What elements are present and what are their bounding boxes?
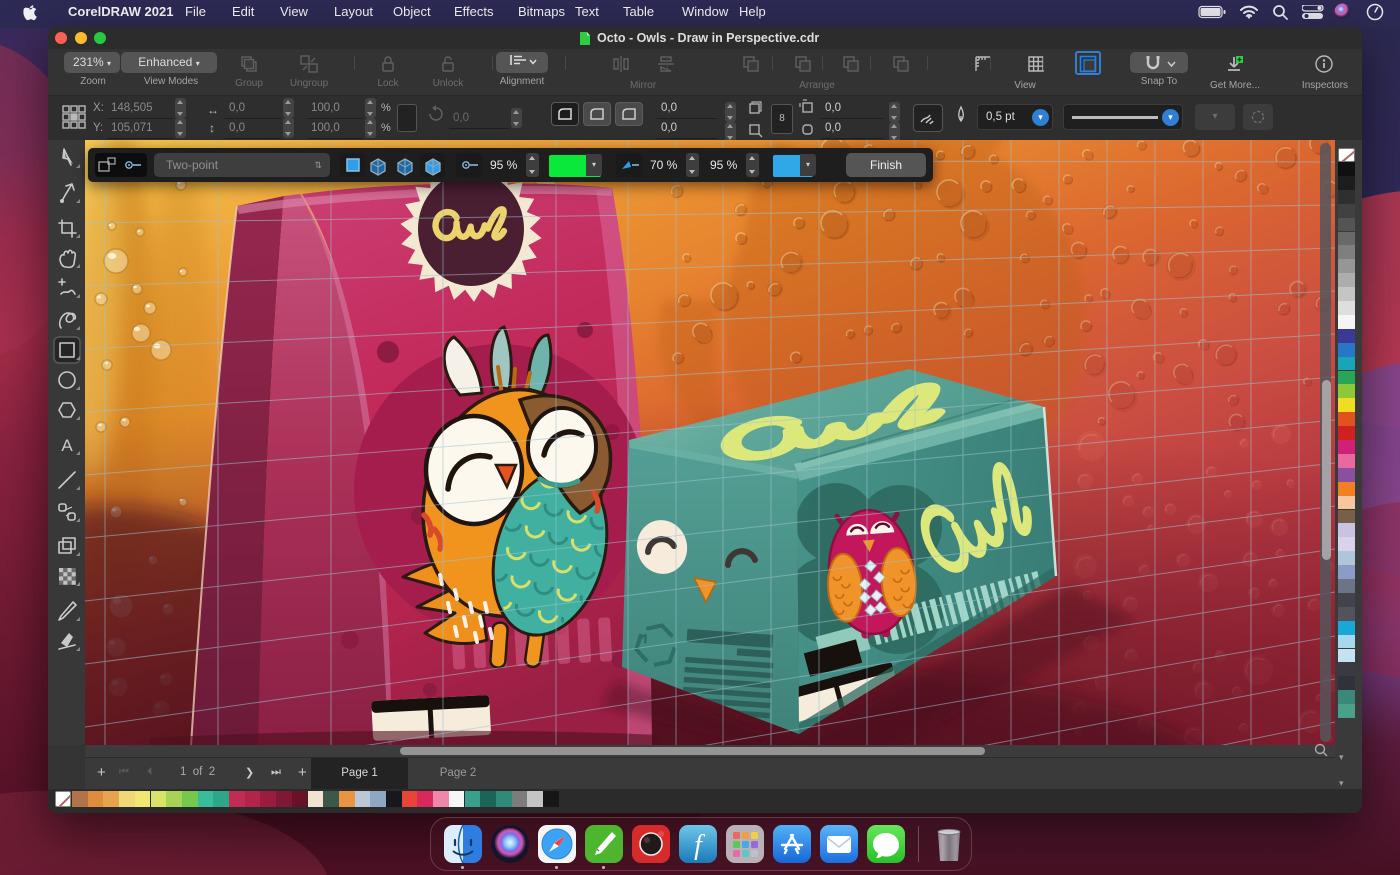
svg-text:A: A [61,436,73,455]
